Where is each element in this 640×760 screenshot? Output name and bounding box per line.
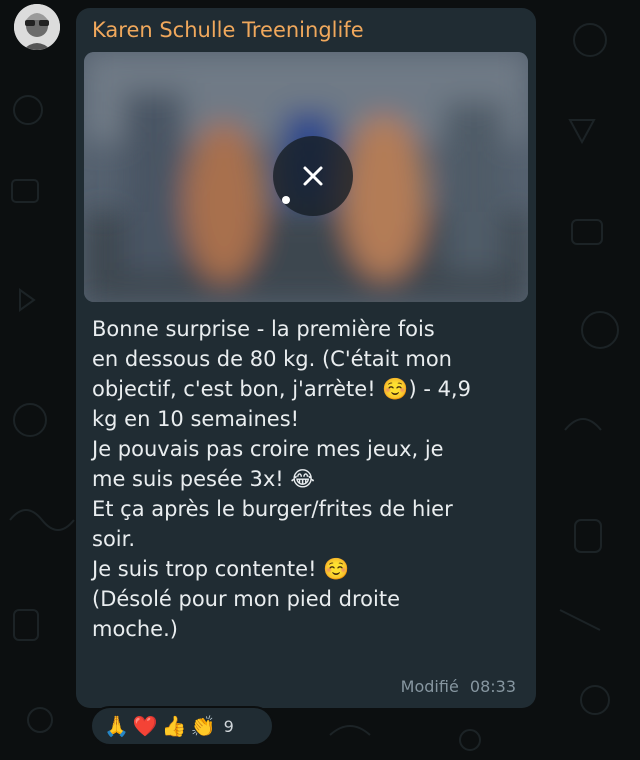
reaction-count: 9 — [223, 716, 234, 736]
reaction-heart-emoji: ❤️ — [132, 714, 158, 738]
download-button[interactable] — [273, 136, 353, 216]
message-text: Bonne surprise - la première fois en des… — [92, 317, 471, 641]
sender-avatar[interactable] — [14, 4, 60, 50]
reaction-pray-emoji: 🙏 — [104, 714, 129, 738]
reaction-clap-emoji: 👏 — [190, 714, 216, 738]
message-bubble[interactable]: Karen Schulle Treeninglife Bonne surpris… — [76, 8, 536, 708]
message-time: 08:33 — [469, 677, 516, 696]
close-icon — [282, 166, 323, 204]
message-meta: Modifié 08:33 — [395, 677, 516, 696]
reactions-bar[interactable]: 🙏 ❤️ 👍 👏 9 — [90, 706, 274, 746]
edited-label: Modifié — [400, 677, 459, 696]
reaction-thumbs-up-emoji: 👍 — [161, 714, 187, 738]
sender-name[interactable]: Karen Schulle Treeninglife — [92, 16, 364, 44]
image-thumbnail-blurred[interactable] — [84, 52, 528, 302]
